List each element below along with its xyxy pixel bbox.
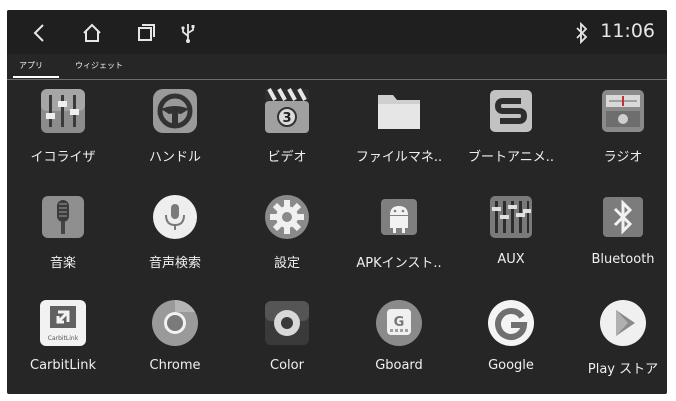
status-bar: 11:06: [7, 10, 667, 54]
app-bluetooth[interactable]: Bluetooth: [567, 190, 667, 280]
launcher-screen: 11:06 アプリ ウィジェット イコライザ ハンドル 3 ビデオ ファイルマネ…: [7, 10, 667, 394]
folder-icon: [374, 86, 424, 136]
app-steering[interactable]: ハンドル: [119, 84, 231, 174]
bluetooth-icon: [598, 192, 648, 242]
tab-selected-indicator: [13, 76, 59, 78]
play-store-icon: [598, 298, 648, 348]
app-drawer-tabs: アプリ ウィジェット: [7, 54, 667, 80]
app-label: AUX: [497, 252, 525, 267]
app-label: ハンドル: [148, 150, 201, 165]
home-icon[interactable]: [81, 22, 103, 44]
back-icon[interactable]: [29, 22, 51, 44]
tab-apps[interactable]: アプリ: [19, 60, 43, 71]
tab-widgets[interactable]: ウィジェット: [75, 60, 123, 71]
voice-search-icon: [150, 192, 200, 242]
app-gboard[interactable]: G Gboard: [343, 296, 455, 386]
settings-gear-icon: [262, 192, 312, 242]
app-label: ブートアニメ..: [467, 150, 554, 165]
carbitlink-badge-text: CarbitLink: [48, 335, 79, 342]
usb-icon: [177, 22, 199, 44]
app-label: イコライザ: [30, 150, 96, 165]
app-play-store[interactable]: Play ストア: [567, 296, 667, 386]
app-label: CarbitLink: [30, 358, 96, 373]
radio-icon: [598, 86, 648, 136]
app-label: ラジオ: [603, 150, 643, 165]
app-label: ビデオ: [267, 150, 307, 165]
color-icon: [262, 298, 312, 348]
app-label: ファイルマネ..: [355, 150, 443, 165]
app-label: Play ストア: [587, 362, 659, 377]
app-radio[interactable]: ラジオ: [567, 84, 667, 174]
app-aux[interactable]: AUX: [455, 190, 567, 280]
clock: 11:06: [600, 20, 655, 42]
app-color[interactable]: Color: [231, 296, 343, 386]
app-video[interactable]: 3 ビデオ: [231, 84, 343, 174]
app-equalizer[interactable]: イコライザ: [7, 84, 119, 174]
app-boot-animation[interactable]: ブートアニメ..: [455, 84, 567, 174]
app-label: 設定: [273, 256, 300, 271]
app-settings[interactable]: 設定: [231, 190, 343, 280]
tab-divider: [7, 79, 667, 80]
app-label: Color: [270, 358, 304, 373]
app-music[interactable]: 音楽: [7, 190, 119, 280]
app-google[interactable]: Google: [455, 296, 567, 386]
chrome-icon: [150, 298, 200, 348]
app-chrome[interactable]: Chrome: [119, 296, 231, 386]
app-label: Bluetooth: [591, 252, 655, 267]
app-grid: イコライザ ハンドル 3 ビデオ ファイルマネ.. ブートアニメ.. ラジオ 音…: [7, 84, 667, 384]
carbitlink-icon: CarbitLink: [38, 298, 88, 348]
app-file-manager[interactable]: ファイルマネ..: [343, 84, 455, 174]
app-label: 音楽: [49, 256, 76, 271]
video-badge-number: 3: [282, 111, 291, 126]
steering-wheel-icon: [150, 86, 200, 136]
app-label: 音声検索: [148, 256, 201, 271]
gboard-icon: G: [374, 298, 424, 348]
gboard-badge-letter: G: [394, 315, 405, 330]
app-label: Chrome: [149, 358, 201, 373]
app-label: APKインスト..: [356, 256, 442, 271]
android-installer-icon: [374, 192, 424, 242]
video-clapper-icon: 3: [262, 86, 312, 136]
bluetooth-status-icon: [571, 22, 593, 44]
microphone-icon: [38, 192, 88, 242]
google-icon: [486, 298, 536, 348]
recent-apps-icon[interactable]: [135, 22, 157, 44]
equalizer-icon: [38, 86, 88, 136]
app-label: Gboard: [375, 358, 423, 373]
app-voice-search[interactable]: 音声検索: [119, 190, 231, 280]
app-carbitlink[interactable]: CarbitLink CarbitLink: [7, 296, 119, 386]
app-apk-installer[interactable]: APKインスト..: [343, 190, 455, 280]
aux-mixer-icon: [486, 192, 536, 242]
boot-animation-icon: [486, 86, 536, 136]
app-label: Google: [488, 358, 534, 373]
